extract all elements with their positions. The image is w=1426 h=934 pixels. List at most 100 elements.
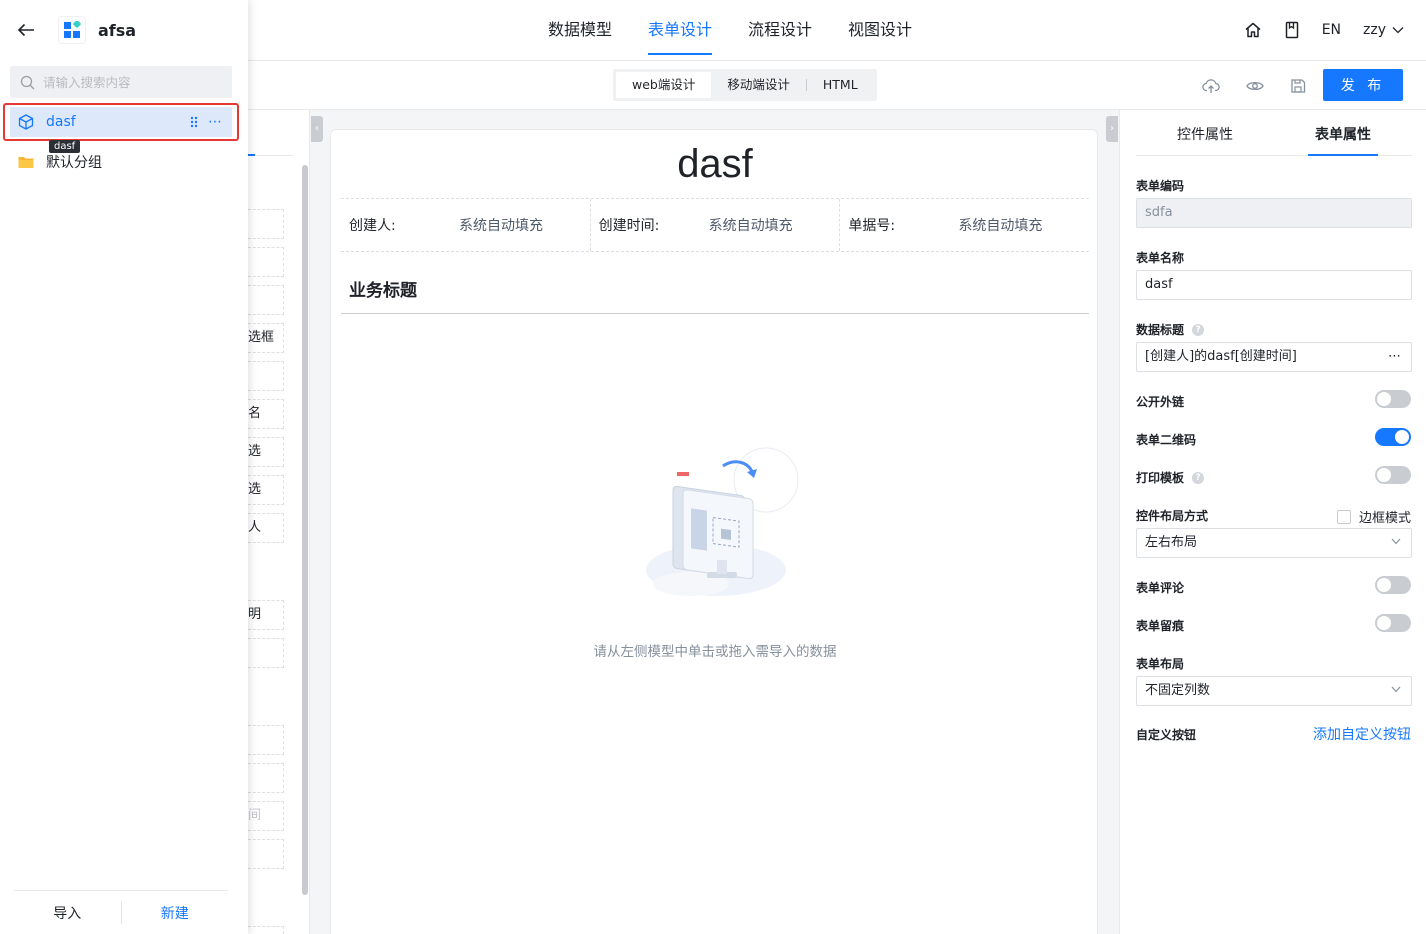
design-mode-switch: web端设计 移动端设计 HTML [613,69,877,101]
tree-item-group[interactable]: 默认分组 [10,147,232,177]
component-scrollbar[interactable] [302,165,308,895]
public-link-label: 公开外链 [1136,395,1185,409]
more-icon[interactable]: ⋯ [208,114,222,130]
component-panel: ​ 选框 名 选 选 人 明 间 [248,110,310,934]
top-nav: 数据模型 表单设计 流程设计 视图设计 [530,0,930,60]
component-item[interactable]: 选 [248,475,284,505]
app-drawer: afsa dasf ⋯ 默认分组 导入 新建 [0,0,248,934]
component-item[interactable] [248,361,284,391]
tab-control-props[interactable]: 控件属性 [1136,110,1274,155]
qrcode-switch[interactable] [1375,428,1411,446]
tree-item-form[interactable]: dasf ⋯ [10,107,232,137]
component-item[interactable] [248,839,284,869]
collapse-right-handle[interactable]: › [1106,116,1118,142]
user-name: zzy [1363,22,1386,38]
eye-icon[interactable] [1246,79,1264,93]
meta-created-time[interactable]: 创建时间: 系统自动填充 [591,199,841,251]
meta-creator[interactable]: 创建人: 系统自动填充 [341,199,591,251]
component-tab[interactable]: ​ [248,128,293,156]
component-item[interactable]: 名 [248,399,284,429]
language-switch[interactable]: EN [1322,22,1341,38]
component-item[interactable] [248,763,284,793]
tab-data-model[interactable]: 数据模型 [530,0,630,60]
tab-form-props[interactable]: 表单属性 [1274,110,1412,156]
component-item[interactable]: 人 [248,513,284,543]
layout-mode-value: 左右布局 [1145,535,1198,550]
publish-button[interactable]: 发 布 [1323,69,1403,101]
home-icon[interactable] [1244,21,1262,39]
tab-form-design[interactable]: 表单设计 [630,0,730,60]
border-mode-checkbox[interactable] [1336,509,1351,524]
print-template-switch[interactable] [1375,466,1411,484]
business-title[interactable]: 业务标题 [349,276,417,301]
border-mode-label: 边框模式 [1358,511,1411,526]
folder-icon [18,157,34,168]
cloud-upload-icon[interactable] [1202,78,1220,94]
data-title-label: 数据标题 [1136,323,1185,337]
component-item[interactable] [248,725,284,755]
form-name-label: 表单名称 [1136,251,1185,265]
tree-item-label: 默认分组 [46,155,102,171]
tooltip: dasf [49,140,81,153]
component-item[interactable] [248,247,284,277]
print-template-label: 打印模板 [1136,471,1185,485]
layout-mode-select[interactable]: 左右布局 [1136,528,1412,558]
save-icon[interactable] [1290,78,1306,94]
cube-icon [18,114,34,130]
component-item[interactable] [248,926,284,934]
trace-label: 表单留痕 [1136,619,1185,633]
user-menu[interactable]: zzy [1363,22,1404,38]
book-icon[interactable] [1284,21,1300,39]
chevron-down-icon [1391,686,1401,693]
add-custom-button-link[interactable]: 添加自定义按钮 [1313,724,1411,744]
new-button[interactable]: 新建 [122,903,229,923]
meta-doc-number[interactable]: 单据号: 系统自动填充 [840,199,1089,251]
print-template-label-row: 打印模板 ? [1136,469,1205,486]
form-layout-label: 表单布局 [1136,657,1185,671]
trace-switch[interactable] [1375,614,1411,632]
component-item[interactable]: 明 [248,600,284,630]
form-layout-select[interactable]: 不固定列数 [1136,676,1412,706]
more-icon[interactable]: ⋯ [1388,343,1401,371]
qrcode-label: 表单二维码 [1136,433,1197,447]
back-arrow-icon[interactable] [16,20,36,40]
import-button[interactable]: 导入 [14,903,121,923]
border-mode-option[interactable]: 边框模式 [1336,507,1411,526]
tab-view-design[interactable]: 视图设计 [830,0,930,60]
mode-html[interactable]: HTML [807,72,874,98]
properties-panel: 控件属性 表单属性 表单编码 sdfa 表单名称 dasf 数据标题 ? [创建… [1119,110,1426,934]
meta-key: 创建时间: [598,218,660,234]
app-logo-icon [58,16,86,44]
search-input[interactable] [43,74,213,90]
mode-mobile[interactable]: 移动端设计 [711,72,806,98]
properties-tabs: 控件属性 表单属性 [1136,110,1412,156]
help-icon[interactable]: ? [1192,471,1205,484]
tab-flow-design[interactable]: 流程设计 [730,0,830,60]
component-item[interactable] [248,209,284,239]
comment-switch[interactable] [1375,576,1411,594]
component-item[interactable]: 间 [248,801,284,831]
top-right-actions: EN zzy [1244,0,1404,60]
drawer-search [10,66,232,98]
mode-web[interactable]: web端设计 [616,72,712,98]
chevron-down-icon [1392,27,1404,34]
drawer-footer: 导入 新建 [14,890,228,934]
form-canvas: dasf 创建人: 系统自动填充 创建时间: 系统自动填充 单据号: 系统自动填… [330,129,1098,934]
form-layout-value: 不固定列数 [1145,683,1211,698]
form-name-field[interactable]: dasf [1136,270,1412,300]
component-item[interactable]: 选框 [248,323,284,353]
data-title-field[interactable]: [创建人]的dasf[创建时间] ⋯ [1136,342,1412,372]
meta-value: 系统自动填充 [459,218,543,234]
drag-handle-icon[interactable] [190,116,198,128]
meta-value: 系统自动填充 [708,218,793,234]
public-link-switch[interactable] [1375,390,1411,408]
layout-mode-label: 控件布局方式 [1136,509,1209,523]
drawer-header: afsa [0,0,248,60]
comment-label: 表单评论 [1136,581,1185,595]
help-icon[interactable]: ? [1192,323,1205,336]
component-item[interactable] [248,638,284,668]
component-item[interactable]: 选 [248,437,284,467]
form-title[interactable]: dasf [331,142,1099,187]
component-item[interactable] [248,285,284,315]
collapse-left-handle[interactable]: ‹ [311,116,323,142]
